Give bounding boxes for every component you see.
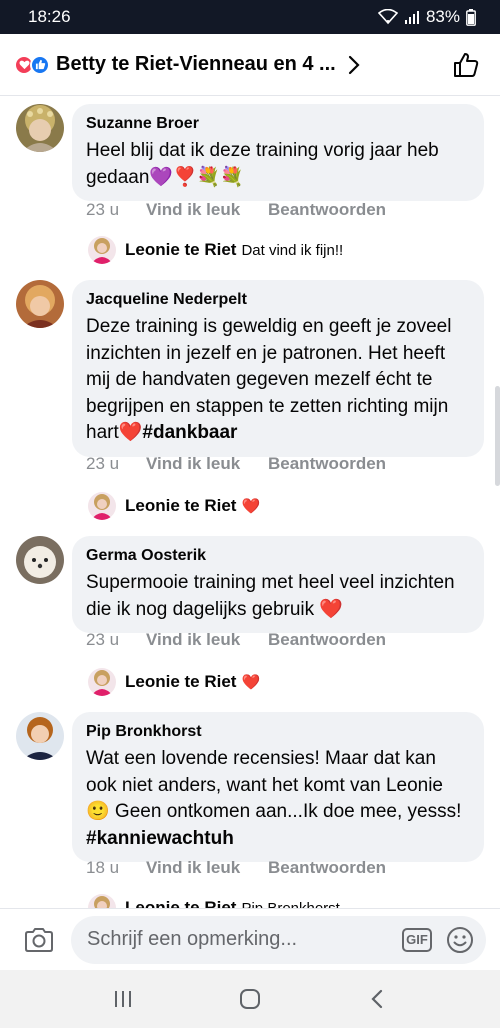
status-icons: 83% (377, 7, 476, 27)
reply-author[interactable]: Leonie te Riet (125, 672, 236, 692)
reply-button[interactable]: Beantwoorden (268, 858, 386, 878)
comment-bubble[interactable]: Pip Bronkhorst Wat een lovende recensies… (72, 712, 484, 862)
comment-input-wrapper: GIF (71, 915, 486, 964)
hashtag[interactable]: #kanniewachtuh (86, 828, 234, 849)
avatar[interactable] (16, 104, 64, 152)
like-button[interactable]: Vind ik leuk (146, 200, 268, 220)
reply-text: ❤️ (241, 674, 261, 691)
reply-text: Pip Bronkhorst (241, 899, 340, 909)
reply-button[interactable]: Beantwoorden (268, 630, 386, 650)
comment-text: Heel blij dat ik deze training vorig jaa… (86, 140, 439, 188)
reply-item[interactable]: Leonie te Riet Dat vind ik fijn!! (88, 236, 343, 264)
comment-actions: 18 u Vind ik leuk Beantwoorden (86, 858, 386, 878)
comment-author[interactable]: Suzanne Broer (86, 114, 470, 134)
comment-author[interactable]: Germa Oosterik (86, 546, 470, 566)
signal-icon (404, 11, 419, 24)
comment-time: 23 u (86, 200, 120, 219)
comment-list[interactable]: Suzanne Broer Heel blij dat ik deze trai… (0, 96, 500, 908)
reply-item[interactable]: Leonie te Riet Pip Bronkhorst (88, 894, 340, 908)
comment-text: Supermooie training met heel veel inzich… (86, 572, 455, 620)
comment-text: Deze training is geweldig en geeft je zo… (86, 316, 452, 443)
comment-actions: 23 u Vind ik leuk Beantwoorden (86, 454, 386, 474)
comment-bubble[interactable]: Jacqueline Nederpelt Deze training is ge… (72, 280, 484, 457)
reply-item[interactable]: Leonie te Riet ❤️ (88, 668, 260, 696)
camera-icon[interactable] (22, 923, 56, 957)
avatar[interactable] (16, 712, 64, 760)
reply-text: Dat vind ik fijn!! (241, 241, 344, 259)
emoji-icon[interactable] (446, 926, 474, 954)
post-header: Betty te Riet-Vienneau en 4 ... (0, 34, 500, 96)
comment-bubble[interactable]: Germa Oosterik Supermooie training met h… (72, 536, 484, 633)
reply-item[interactable]: Leonie te Riet ❤️ (88, 492, 260, 520)
comment-composer: GIF (0, 908, 500, 970)
system-navigation-bar (0, 970, 500, 1028)
like-button[interactable]: Vind ik leuk (146, 858, 268, 878)
comment-bubble[interactable]: Suzanne Broer Heel blij dat ik deze trai… (72, 104, 484, 201)
home-icon[interactable] (230, 979, 270, 1019)
reply-author[interactable]: Leonie te Riet (125, 240, 236, 260)
scrollbar[interactable] (495, 386, 500, 486)
chevron-right-icon[interactable] (348, 55, 360, 75)
wifi-icon (377, 9, 398, 25)
avatar[interactable] (88, 668, 116, 696)
avatar[interactable] (88, 492, 116, 520)
status-bar: 18:26 83% (0, 0, 500, 34)
comment-actions: 23 u Vind ik leuk Beantwoorden (86, 200, 386, 220)
comment-text: Wat een lovende recensies! Maar dat kan … (86, 748, 462, 849)
post-title[interactable]: Betty te Riet-Vienneau en 4 ... (56, 53, 336, 76)
avatar[interactable] (88, 894, 116, 908)
comment-time: 23 u (86, 454, 120, 473)
back-icon[interactable] (357, 979, 397, 1019)
recent-apps-icon[interactable] (103, 979, 143, 1019)
comment-time: 23 u (86, 630, 120, 649)
like-button[interactable]: Vind ik leuk (146, 454, 268, 474)
reply-author[interactable]: Leonie te Riet (125, 496, 236, 516)
battery-icon (466, 8, 476, 26)
avatar[interactable] (16, 280, 64, 328)
avatar[interactable] (16, 536, 64, 584)
reply-button[interactable]: Beantwoorden (268, 454, 386, 474)
avatar[interactable] (88, 236, 116, 264)
reply-button[interactable]: Beantwoorden (268, 200, 386, 220)
comment-actions: 23 u Vind ik leuk Beantwoorden (86, 630, 386, 650)
comment-time: 18 u (86, 858, 120, 877)
comment-author[interactable]: Jacqueline Nederpelt (86, 290, 470, 310)
like-button[interactable]: Vind ik leuk (146, 630, 268, 650)
thumbs-up-icon[interactable] (452, 51, 480, 84)
like-reaction-icon (30, 54, 50, 75)
hashtag[interactable]: #dankbaar (142, 422, 237, 443)
reply-text: ❤️ (241, 498, 261, 515)
comment-input[interactable] (87, 928, 402, 951)
battery-percent: 83% (425, 7, 460, 26)
gif-button[interactable]: GIF (402, 927, 432, 952)
reaction-summary[interactable] (14, 54, 50, 75)
status-time: 18:26 (28, 7, 71, 26)
comment-author[interactable]: Pip Bronkhorst (86, 722, 470, 742)
reply-author[interactable]: Leonie te Riet (125, 898, 236, 908)
